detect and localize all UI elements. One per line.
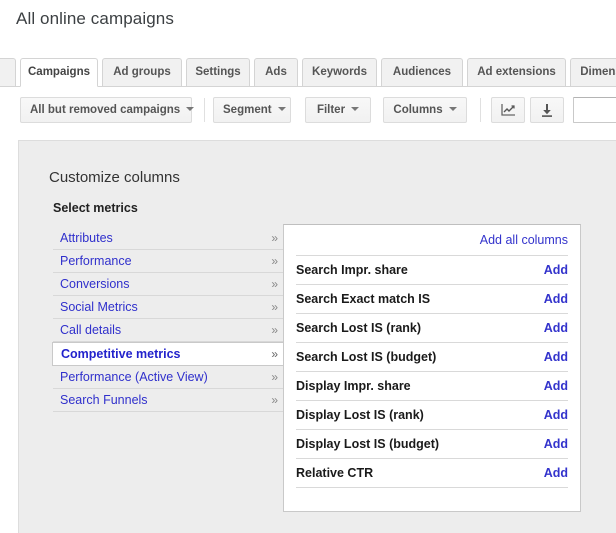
tab-audiences[interactable]: Audiences: [381, 58, 463, 86]
metric-name: Display Impr. share: [296, 379, 411, 393]
metric-name: Search Lost IS (budget): [296, 350, 437, 364]
metric-name: Search Exact match IS: [296, 292, 431, 306]
metric-category-label: Performance (Active View): [60, 370, 208, 384]
add-all-columns-link[interactable]: Add all columns: [480, 233, 568, 247]
chart-view-button[interactable]: [491, 97, 525, 123]
tab-keywords[interactable]: Keywords: [302, 58, 377, 86]
metrics-panel-header: Add all columns: [284, 225, 580, 255]
metric-name: Display Lost IS (budget): [296, 437, 440, 451]
metric-category-attributes[interactable]: Attributes »: [53, 227, 285, 250]
add-metric-link[interactable]: Add: [544, 263, 568, 277]
tab-label: Audiences: [392, 66, 452, 78]
metric-row: Search Lost IS (rank) Add: [296, 313, 568, 342]
metric-category-label: Competitive metrics: [61, 347, 181, 361]
chevron-right-double-icon: »: [271, 254, 278, 268]
metric-name: Relative CTR: [296, 466, 374, 480]
metric-row: Display Lost IS (rank) Add: [296, 400, 568, 429]
add-metric-link[interactable]: Add: [544, 408, 568, 422]
metric-row: Display Lost IS (budget) Add: [296, 429, 568, 458]
tab-label: Ad groups: [113, 66, 171, 78]
toolbar: All but removed campaigns Segment Filter…: [0, 97, 616, 131]
metric-row-list: Search Impr. share Add Search Exact match …: [284, 255, 580, 487]
tab-label: Campaigns: [28, 66, 90, 78]
metrics-panel: Add all columns Search Impr. share Add Sea…: [283, 224, 581, 512]
toolbar-divider-2: [480, 98, 481, 122]
filter-button[interactable]: Filter: [305, 97, 371, 123]
metric-category-label: Search Funnels: [60, 393, 148, 407]
chevron-right-double-icon: »: [271, 370, 278, 384]
chevron-down-icon: [186, 106, 195, 111]
tab-label: Settings: [195, 66, 241, 78]
metric-category-competitive-metrics[interactable]: Competitive metrics »: [52, 342, 286, 366]
search-input[interactable]: [573, 97, 616, 123]
campaign-filter-label: All but removed campaigns: [30, 104, 181, 116]
segment-button[interactable]: Segment: [213, 97, 291, 123]
chevron-right-double-icon: »: [271, 277, 278, 291]
metric-category-label: Call details: [60, 323, 122, 337]
tab-ad-extensions[interactable]: Ad extensions: [467, 58, 566, 86]
customize-columns-panel: Customize columns Select metrics Attribu…: [18, 140, 616, 533]
chevron-down-icon: [448, 106, 457, 111]
customize-columns-title: Customize columns: [49, 169, 180, 186]
add-metric-link[interactable]: Add: [544, 292, 568, 306]
tab-label: Ads: [265, 66, 287, 78]
metric-category-social-metrics[interactable]: Social Metrics »: [53, 296, 285, 319]
metric-category-call-details[interactable]: Call details »: [53, 319, 285, 342]
metric-category-label: Attributes: [60, 231, 113, 245]
metric-category-label: Performance: [60, 254, 132, 268]
columns-label: Columns: [393, 104, 443, 116]
filter-label: Filter: [316, 104, 346, 116]
metric-row: Search Exact match IS Add: [296, 284, 568, 313]
download-icon: [542, 103, 552, 117]
metric-category-conversions[interactable]: Conversions »: [53, 273, 285, 296]
columns-button[interactable]: Columns: [383, 97, 467, 123]
metric-category-list: Attributes» Performance» Conversions» Socia…: [52, 227, 286, 412]
metric-row: Display Impr. share Add: [296, 371, 568, 400]
tab-dimensions[interactable]: Dimens: [570, 58, 616, 86]
segment-label: Segment: [223, 104, 272, 116]
toolbar-divider-1: [204, 98, 205, 122]
tab-campaigns[interactable]: Campaigns: [20, 58, 98, 87]
metric-row: Relative CTR Add: [296, 458, 568, 487]
metric-category-search-funnels[interactable]: Search Funnels »: [53, 389, 285, 412]
metric-category-label: Social Metrics: [60, 300, 138, 314]
metric-category-performance-active-view[interactable]: Performance (Active View) »: [53, 366, 285, 389]
chevron-right-double-icon: »: [271, 347, 278, 361]
tab-strip: Campaigns Ad groups Settings Ads Keywords Aud…: [0, 58, 616, 87]
chevron-down-icon: [351, 106, 360, 111]
metric-category-performance[interactable]: Performance »: [53, 250, 285, 273]
metric-name: Search Impr. share: [296, 263, 408, 277]
page-title: All online campaigns: [16, 9, 174, 28]
tab-label: Keywords: [312, 66, 367, 78]
metric-category-label: Conversions: [60, 277, 130, 291]
add-metric-link[interactable]: Add: [544, 379, 568, 393]
add-metric-link[interactable]: Add: [544, 350, 568, 364]
chevron-down-icon: [277, 106, 286, 111]
metric-name: Display Lost IS (rank): [296, 408, 424, 422]
metric-row: Search Impr. share Add: [296, 255, 568, 284]
campaign-filter-button[interactable]: All but removed campaigns: [20, 97, 195, 123]
chevron-right-double-icon: »: [271, 231, 278, 245]
metric-list-bottom-rule: [296, 487, 568, 489]
chevron-right-double-icon: »: [271, 300, 278, 314]
add-metric-link[interactable]: Add: [544, 437, 568, 451]
metric-name: Search Lost IS (rank): [296, 321, 422, 335]
tab-label: Dimens: [580, 66, 616, 78]
line-chart-icon: [501, 104, 515, 116]
tab-ads[interactable]: Ads: [254, 58, 298, 86]
tab-settings[interactable]: Settings: [186, 58, 250, 86]
metric-row: Search Lost IS (budget) Add: [296, 342, 568, 371]
tab-stub[interactable]: [0, 58, 16, 86]
chevron-right-double-icon: »: [271, 323, 278, 337]
add-metric-link[interactable]: Add: [544, 321, 568, 335]
add-metric-link[interactable]: Add: [544, 466, 568, 480]
select-metrics-heading: Select metrics: [53, 201, 138, 215]
tab-ad-groups[interactable]: Ad groups: [102, 58, 182, 86]
chevron-right-double-icon: »: [271, 393, 278, 407]
tab-label: Ad extensions: [477, 66, 556, 78]
download-button[interactable]: [530, 97, 564, 123]
